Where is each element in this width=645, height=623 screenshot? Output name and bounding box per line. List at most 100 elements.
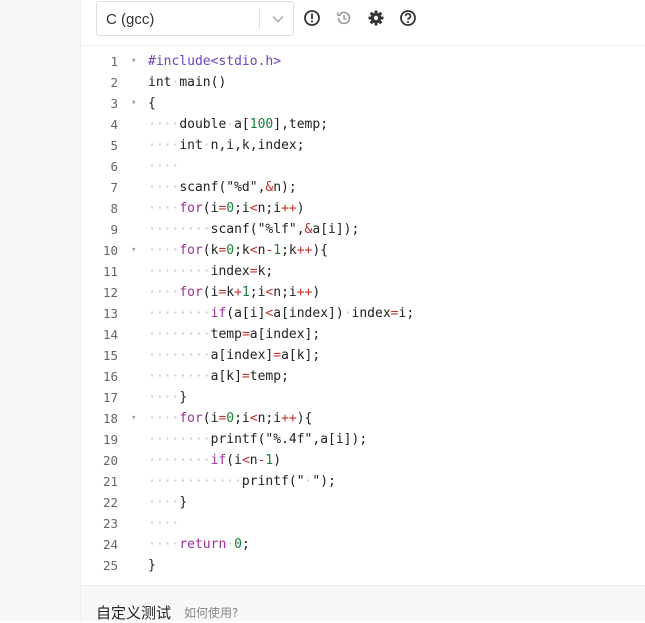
code-line[interactable]: 23 ····: [81, 513, 645, 534]
code-token: if: [210, 453, 227, 468]
code-token: <: [249, 201, 258, 216]
code-token: 0: [226, 411, 235, 426]
code-token: ++: [281, 201, 297, 216]
code-token: ): [312, 285, 321, 300]
line-number: 23: [102, 516, 118, 531]
gear-icon[interactable]: [367, 9, 385, 27]
code-line[interactable]: 7 ····scanf("%d",&n);: [81, 177, 645, 198]
exclamation-circle-icon[interactable]: [303, 9, 321, 27]
code-text: ········a[index]=a[k];: [148, 345, 320, 366]
code-token: k: [226, 285, 235, 300]
code-token: a[: [234, 117, 250, 132]
fold-toggle-icon[interactable]: ▾: [131, 408, 136, 429]
custom-test-label[interactable]: 自定义测试: [96, 602, 171, 623]
code-line[interactable]: 9 ········scanf("%lf",&a[i]);: [81, 219, 645, 240]
code-text: ····}: [148, 492, 187, 513]
code-token: <: [249, 411, 258, 426]
code-line[interactable]: 10 ▾ ····for(k=0;k<n-1;k++){: [81, 240, 645, 261]
code-line[interactable]: 16 ········a[k]=temp;: [81, 366, 645, 387]
code-line[interactable]: 5 ····int·n,i,k,index;: [81, 135, 645, 156]
fold-toggle-icon[interactable]: ▾: [131, 93, 136, 114]
code-token: (i: [202, 201, 219, 216]
code-text: {: [148, 93, 156, 114]
code-token: ····: [148, 285, 180, 300]
code-text: ············printf("·");: [148, 471, 336, 492]
line-number: 24: [102, 537, 118, 552]
code-text: int·main(): [148, 72, 226, 93]
question-circle-icon[interactable]: [399, 9, 417, 27]
code-text: ····return·0;: [148, 534, 250, 555]
code-token: ········: [148, 369, 211, 384]
code-token: ·: [226, 117, 235, 132]
code-token: int: [148, 75, 172, 90]
history-icon[interactable]: [335, 9, 353, 27]
code-line[interactable]: 20 ········if(i<n-1): [81, 450, 645, 471]
fold-toggle-icon[interactable]: ▾: [131, 51, 136, 72]
code-token: 0: [234, 537, 242, 552]
code-token: ········: [148, 432, 211, 447]
code-token: (k: [202, 243, 219, 258]
code-line[interactable]: 8 ····for(i=0;i<n;i++): [81, 198, 645, 219]
line-number: 12: [102, 285, 118, 300]
code-text: ····: [148, 513, 179, 534]
code-token: if: [210, 306, 227, 321]
code-token: n;i: [273, 285, 297, 300]
code-line[interactable]: 25}: [81, 555, 645, 576]
code-line[interactable]: 2 int·main(): [81, 72, 645, 93]
code-token: ····: [148, 537, 180, 552]
code-token: ");: [312, 474, 336, 489]
code-text: ········printf("%.4f",a[i]);: [148, 429, 367, 450]
code-token: index: [351, 306, 391, 321]
code-line[interactable]: 4 ····double·a[100],temp;: [81, 114, 645, 135]
code-line[interactable]: 12 ····for(i=k+1;i<n;i++): [81, 282, 645, 303]
line-number: 21: [102, 474, 118, 489]
code-line[interactable]: 21 ············printf("·");: [81, 471, 645, 492]
code-token: n;i: [257, 201, 282, 216]
code-token: ····: [148, 138, 180, 153]
line-number: 2: [110, 75, 118, 90]
code-token: a[index]: [210, 348, 274, 363]
line-number: 11: [102, 264, 118, 279]
code-line[interactable]: 14 ········temp=a[index];: [81, 324, 645, 345]
line-number: 10: [102, 243, 118, 258]
code-token: temp: [210, 327, 242, 342]
code-line[interactable]: 3 ▾ {: [81, 93, 645, 114]
line-number: 19: [102, 432, 118, 447]
code-token: printf(": [241, 474, 305, 489]
chevron-down-icon: [272, 15, 284, 23]
code-token: ): [273, 453, 282, 468]
code-token: a[index];: [249, 327, 321, 342]
code-text: ····double·a[100],temp;: [148, 114, 328, 135]
code-text: ····for(i=0;i<n;i++): [148, 198, 305, 219]
code-token: ·: [202, 138, 211, 153]
code-line[interactable]: 22 ····}: [81, 492, 645, 513]
left-sidebar-gutter: [0, 0, 80, 621]
code-text: ····int·n,i,k,index;: [148, 135, 305, 156]
line-number: 6: [110, 159, 118, 174]
code-token: ········: [148, 327, 211, 342]
code-token: ········: [148, 348, 211, 363]
code-token: #include<stdio.h>: [148, 54, 282, 69]
code-token: ············: [148, 474, 242, 489]
editor-toolbar: C (gcc): [81, 0, 645, 46]
language-select[interactable]: C (gcc): [96, 1, 294, 36]
code-line[interactable]: 6 ····: [81, 156, 645, 177]
code-line[interactable]: 15 ········a[index]=a[k];: [81, 345, 645, 366]
code-editor[interactable]: 1 ▾ #include<stdio.h> 2 int·main() 3 ▾{4 ····do…: [81, 47, 645, 585]
code-text: #include<stdio.h>: [148, 51, 281, 72]
code-line[interactable]: 11 ········index=k;: [81, 261, 645, 282]
code-line[interactable]: 1 ▾ #include<stdio.h>: [81, 51, 645, 72]
code-line[interactable]: 13 ········if(a[i]<a[index])·index=i;: [81, 303, 645, 324]
code-line[interactable]: 19 ········printf("%.4f",a[i]);: [81, 429, 645, 450]
line-number: 7: [110, 180, 118, 195]
how-to-use-link[interactable]: 如何使用?: [184, 604, 238, 621]
code-line[interactable]: 18 ▾ ····for(i=0;i<n;i++){: [81, 408, 645, 429]
fold-toggle-icon[interactable]: ▾: [131, 240, 136, 261]
code-line[interactable]: 24 ····return·0;: [81, 534, 645, 555]
custom-test-bar: 自定义测试 如何使用?: [81, 586, 645, 623]
code-token: ····: [148, 390, 180, 405]
code-token: ····: [148, 243, 180, 258]
code-token: ····: [148, 516, 180, 531]
code-line[interactable]: 17 ····}: [81, 387, 645, 408]
code-text: ········scanf("%lf",&a[i]);: [148, 219, 359, 240]
